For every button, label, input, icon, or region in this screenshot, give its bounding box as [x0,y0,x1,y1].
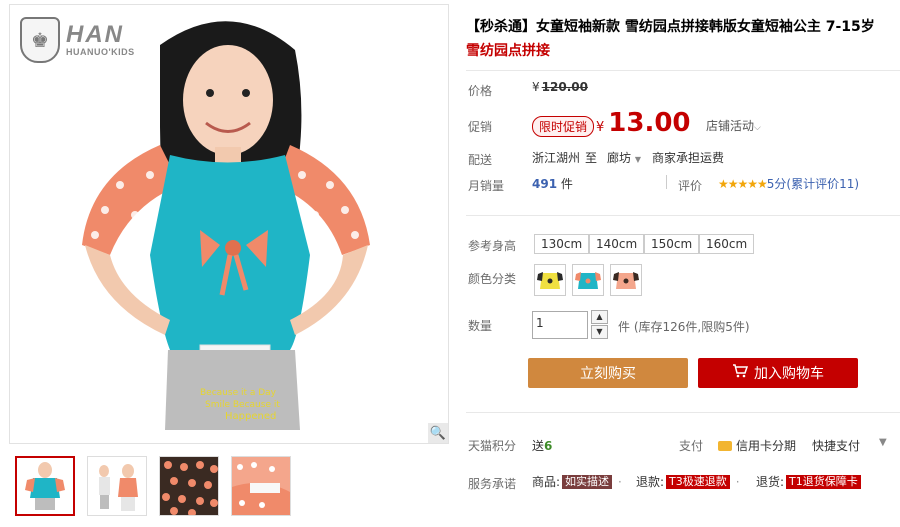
divider [466,412,900,413]
quantity-down-arrow[interactable]: ▼ [591,325,608,339]
quick-pay[interactable]: 快捷支付 [812,437,860,454]
product-subtitle: 雪纺园点拼接 [466,43,550,59]
quantity-label: 数量 [468,319,493,333]
brand-crest-icon: ♚ [20,17,60,63]
service-label: 服务承诺 [468,477,517,491]
divider [466,215,900,216]
size-option-140[interactable]: 140cm [589,234,645,254]
points-value: 送6 [532,437,552,454]
cart-icon [732,364,749,382]
ship-from: 浙江湖州 [532,151,581,165]
shipping-label: 配送 [468,153,493,167]
sales-label: 月销量 [468,179,505,193]
size-option-130[interactable]: 130cm [534,234,590,254]
color-option-teal[interactable] [572,264,604,296]
refund-prefix: 退款: [636,475,665,489]
add-to-cart-button[interactable]: 加入购物车 [698,358,858,388]
rating-text: 5分(累计评价11) [766,177,860,191]
brand-logo-small: HUANUO'KIDS [66,47,135,57]
separator: · [735,474,740,489]
original-price-value: 120.00 [541,80,588,94]
current-price-value: 13.00 [608,108,691,138]
add-to-cart-label: 加入购物车 [754,366,824,382]
divider [466,70,900,71]
goods-prefix: 商品: [532,475,561,489]
rating-label: 评价 [678,179,703,193]
size-option-150[interactable]: 150cm [644,234,700,254]
ship-to: 廊坊 [607,151,632,165]
original-price: ¥120.00 [532,80,588,94]
ship-to-dropdown[interactable]: 廊坊 ▼ [607,149,641,166]
size-option-160[interactable]: 160cm [699,234,755,254]
points-label: 天猫积分 [468,439,517,453]
chevron-down-icon[interactable]: ▼ [879,437,887,448]
thumbnail-strip [15,456,291,516]
monthly-sales: 491 件 [532,175,573,192]
shipping-fee: 商家承担运费 [652,151,725,165]
points-number: 6 [544,439,553,453]
product-title: 【秒杀通】女童短袖新款 雪纺园点拼接韩版女童短袖公主 7-15岁 [466,19,875,35]
credit-label: 信用卡分期 [736,439,797,453]
thumbnail-4[interactable] [231,456,291,516]
sales-count: 491 [532,177,558,191]
ship-to-word: 至 [585,151,598,165]
original-price-symbol: ¥ [532,80,540,94]
quantity-input[interactable]: 1 [532,311,588,339]
svg-text:Smile Because it: Smile Because it [205,400,280,410]
return-tag: T1退货保障卡 [786,474,861,489]
shop-activity-label: 店铺活动 [706,119,755,133]
thumbnail-3[interactable] [159,456,219,516]
rating-link[interactable]: ★★★★★5分(累计评价11) [718,175,859,192]
main-product-image[interactable]: Because it a Day Smile Because it Happen… [9,4,449,444]
chevron-down-icon: ▼ [634,155,641,164]
brand-logo: ♚ HAN HUANUO'KIDS [20,17,135,63]
credit-card-icon [718,440,732,451]
pay-label: 支付 [679,439,704,453]
svg-text:Because it a Day: Because it a Day [200,388,277,398]
current-price: ¥13.00 [596,108,691,138]
service-goods[interactable]: 商品: 如实描述 · [532,473,626,490]
current-price-symbol: ¥ [596,120,605,135]
points-prefix: 送 [532,439,545,453]
shop-activity-dropdown[interactable]: 店铺活动⌵ [706,117,761,134]
brand-logo-big: HAN [66,21,124,48]
divider [666,175,667,189]
color-option-pink[interactable] [610,264,642,296]
thumbnail-1[interactable] [15,456,75,516]
service-return[interactable]: 退货: T1退货保障卡 [756,473,861,490]
service-refund[interactable]: 退款: T3极速退款 · [636,473,744,490]
return-prefix: 退货: [756,475,785,489]
credit-installment[interactable]: 信用卡分期 [718,437,796,454]
stock-info: 件 (库存126件,限购5件) [618,320,750,334]
refund-tag: T3极速退款 [666,474,730,489]
svg-text:Happened: Happened [225,411,276,422]
price-label: 价格 [468,84,493,98]
buy-now-label: 立刻购买 [580,366,636,382]
goods-tag: 如实描述 [562,474,613,489]
rating-stars: ★★★★★ [718,177,768,191]
girl-photo: Because it a Day Smile Because it Happen… [10,5,448,443]
zoom-icon[interactable]: 🔍 [428,423,448,443]
thumbnail-2[interactable] [87,456,147,516]
promo-label: 促销 [468,120,493,134]
separator: · [618,474,622,489]
color-option-yellow[interactable] [534,264,566,296]
color-label: 颜色分类 [468,272,517,286]
chevron-down-icon: ⌵ [754,123,761,133]
promo-badge: 限时促销 [532,116,595,137]
buy-now-button[interactable]: 立刻购买 [528,358,688,388]
size-label: 参考身高 [468,239,517,253]
quantity-up-arrow[interactable]: ▲ [591,310,608,324]
sales-unit: 件 [560,177,573,191]
